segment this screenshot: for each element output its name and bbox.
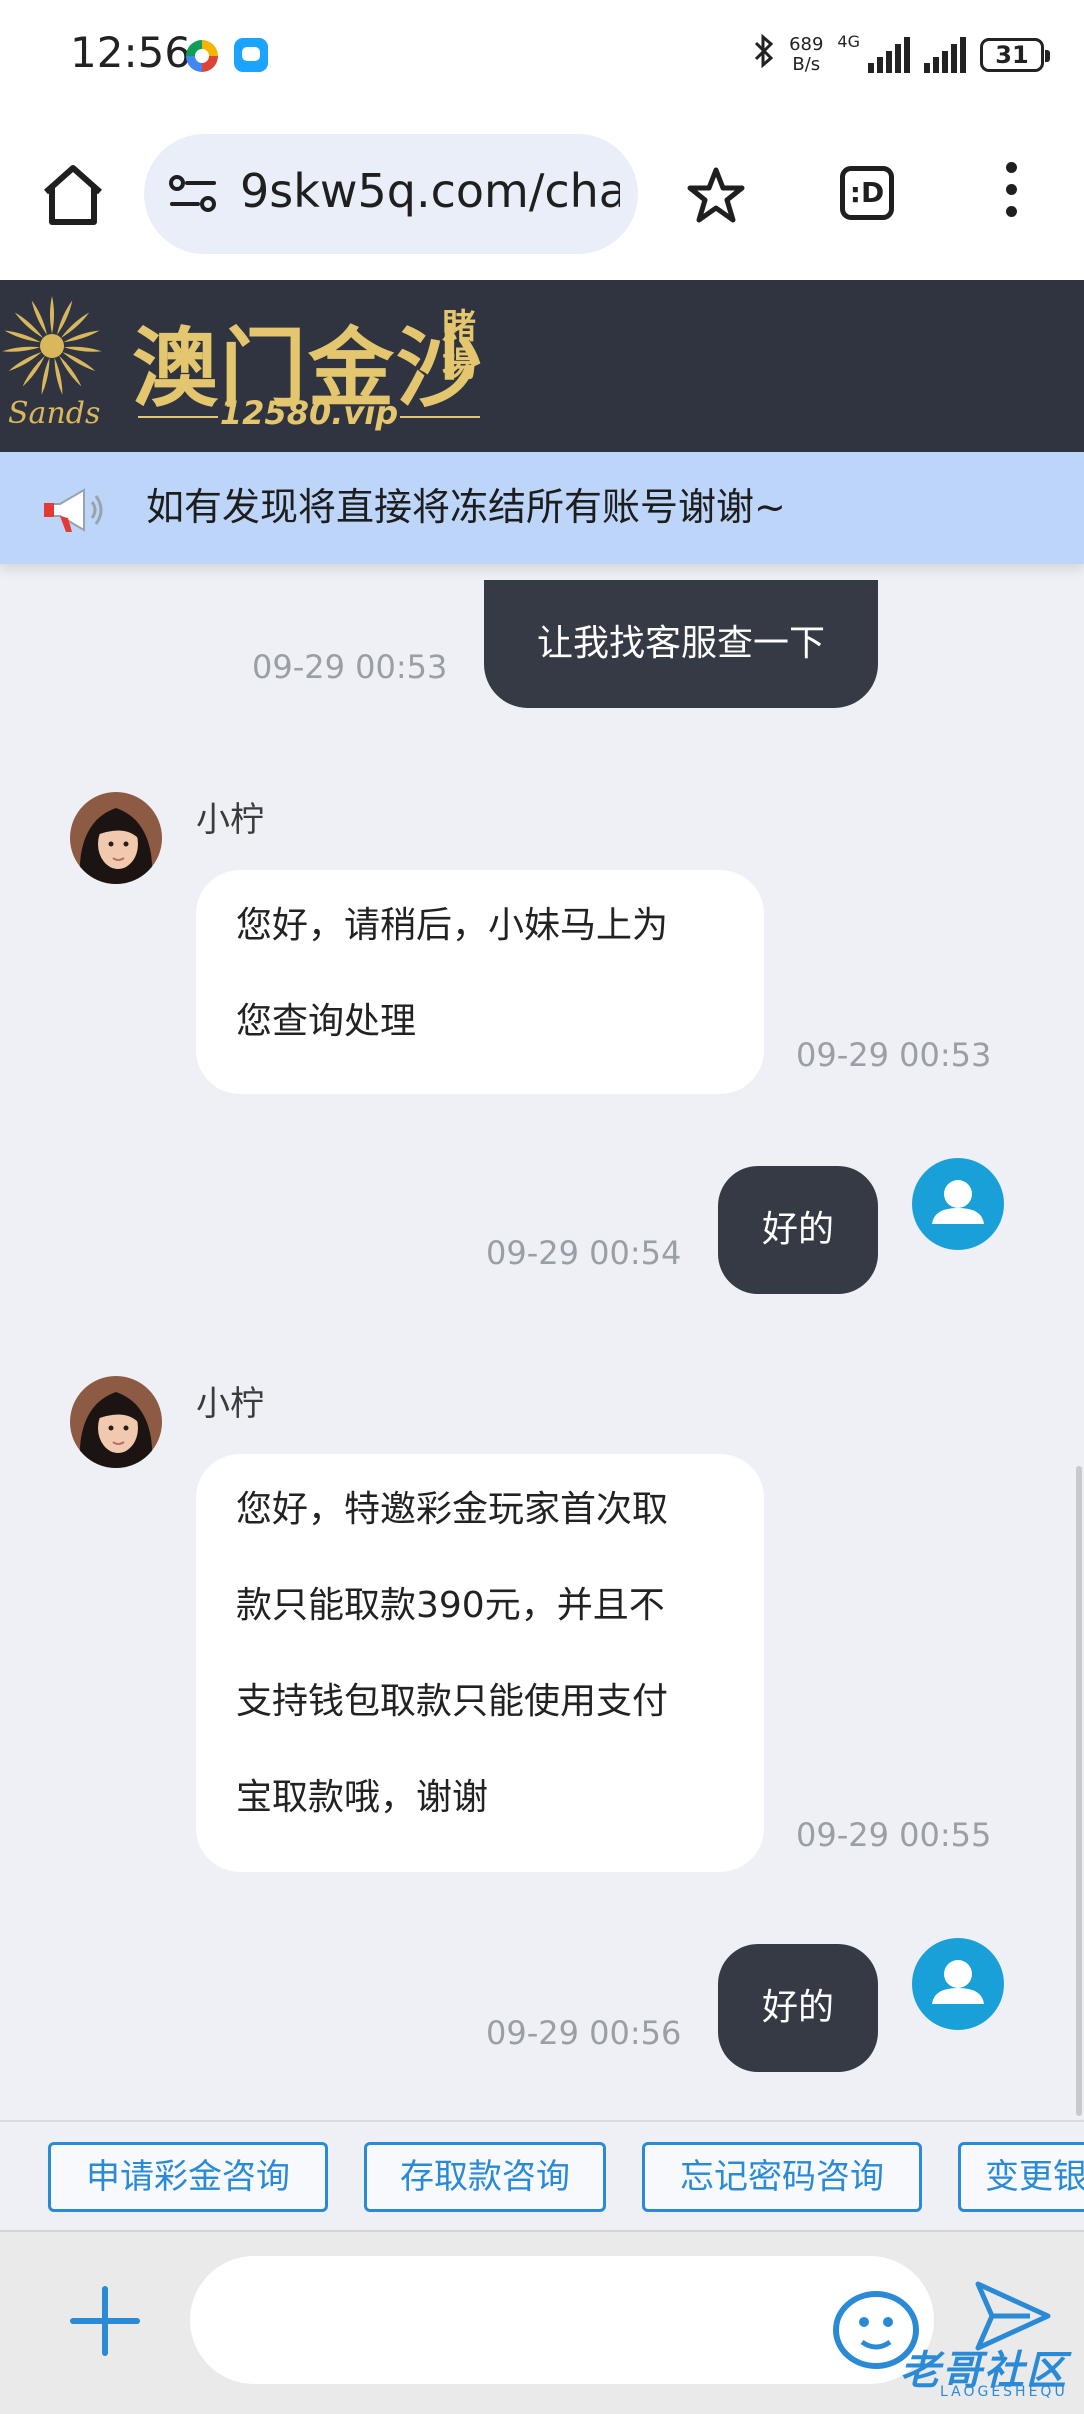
messages-app-icon xyxy=(234,38,268,72)
message-time: 09-29 00:53 xyxy=(796,1036,992,1074)
message-bubble-outgoing[interactable]: 好的 xyxy=(718,1166,878,1294)
tabs-icon[interactable]: :D xyxy=(840,166,894,220)
battery-icon: 31 xyxy=(980,38,1050,72)
quick-reply-deposit[interactable]: 存取款咨询 xyxy=(364,2142,606,2212)
chat-scrollbar[interactable] xyxy=(1076,1466,1082,2116)
agent-avatar[interactable] xyxy=(70,1376,162,1468)
message-line: 您好，请稍后，小妹马上为 xyxy=(236,905,669,946)
message-bubble-outgoing[interactable]: 让我找客服查一下 xyxy=(484,580,878,708)
agent-name: 小柠 xyxy=(196,800,264,840)
message-bubble-incoming[interactable]: 您好，请稍后，小妹马上为 您查询处理 xyxy=(196,870,764,1094)
url-text[interactable]: 9skw5q.com/chat xyxy=(240,164,620,218)
watermark-subtext: LAOGESHEQU xyxy=(940,2384,1068,2400)
message-line: 款只能取款390元，并且不 xyxy=(236,1585,665,1626)
status-time: 12:56 xyxy=(70,28,192,77)
message-bubble-incoming[interactable]: 您好，特邀彩金玩家首次取 款只能取款390元，并且不 支持钱包取款只能使用支付 … xyxy=(196,1454,764,1872)
notice-text: 如有发现将直接将冻结所有账号谢谢~ xyxy=(146,485,786,529)
brand-subtitle: 賭場 xyxy=(442,307,476,385)
status-right: 689 B/s 4G 31 xyxy=(753,30,1050,80)
photos-app-icon xyxy=(186,40,218,72)
status-bar: 12:56 689 B/s 4G 31 xyxy=(0,0,1084,112)
net-speed-value: 689 xyxy=(789,34,824,55)
message-input[interactable] xyxy=(190,2256,934,2384)
agent-avatar[interactable] xyxy=(70,792,162,884)
net-speed-unit: B/s xyxy=(792,54,821,75)
message-time: 09-29 00:54 xyxy=(486,1234,682,1272)
message-line: 宝取款哦，谢谢 xyxy=(236,1777,489,1818)
site-header: Sands 澳门金沙 賭場 12580.vip xyxy=(0,280,1084,452)
network-type: 4G xyxy=(837,32,860,51)
message-line: 您好，特邀彩金玩家首次取 xyxy=(236,1489,669,1530)
message-time: 09-29 00:53 xyxy=(252,648,448,686)
message-time: 09-29 00:56 xyxy=(486,2014,682,2052)
message-line: 支持钱包取款只能使用支付 xyxy=(236,1681,669,1722)
site-settings-icon[interactable] xyxy=(168,174,218,214)
user-icon xyxy=(932,1960,984,2004)
sun-logo-icon xyxy=(0,294,104,398)
agent-name: 小柠 xyxy=(196,1384,264,1424)
quick-reply-password[interactable]: 忘记密码咨询 xyxy=(642,2142,922,2212)
chat-messages[interactable]: 让我找客服查一下 09-29 00:53 小柠 您好，请稍后，小妹马上为 您查询… xyxy=(0,564,1084,2120)
quick-reply-bonus[interactable]: 申请彩金咨询 xyxy=(48,2142,328,2212)
signal-icon xyxy=(868,37,910,73)
message-time: 09-29 00:55 xyxy=(796,1816,992,1854)
signal-icon-2 xyxy=(924,37,966,73)
quick-reply-bar: 申请彩金咨询 存取款咨询 忘记密码咨询 变更银 xyxy=(0,2120,1084,2232)
input-bar: 老哥社区 LAOGESHEQU xyxy=(0,2230,1084,2414)
message-line: 您查询处理 xyxy=(236,1001,417,1042)
star-icon[interactable] xyxy=(684,164,748,228)
send-icon[interactable] xyxy=(970,2276,1054,2356)
quick-reply-bank[interactable]: 变更银 xyxy=(958,2142,1084,2212)
address-bar[interactable]: 9skw5q.com/chat xyxy=(144,134,638,254)
notice-banner: 如有发现将直接将冻结所有账号谢谢~ xyxy=(0,452,1084,564)
megaphone-icon xyxy=(40,480,106,540)
home-icon[interactable] xyxy=(38,160,108,230)
more-icon[interactable] xyxy=(996,162,1026,228)
user-avatar[interactable] xyxy=(912,1158,1004,1250)
net-speed: 689 B/s xyxy=(789,35,823,75)
user-icon xyxy=(932,1180,984,1224)
bluetooth-icon xyxy=(753,33,775,77)
message-bubble-outgoing[interactable]: 好的 xyxy=(718,1944,878,2072)
brand-site: 12580.vip xyxy=(138,394,480,432)
user-avatar[interactable] xyxy=(912,1938,1004,2030)
add-icon[interactable] xyxy=(70,2286,140,2356)
brand-sands: Sands xyxy=(8,396,101,431)
browser-toolbar: 9skw5q.com/chat :D xyxy=(0,112,1084,280)
